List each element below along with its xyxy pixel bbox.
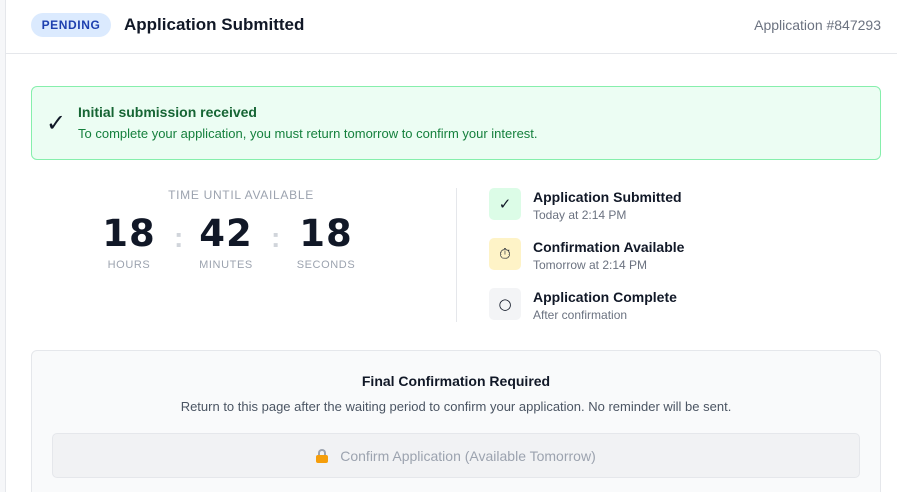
countdown-separator: : (271, 222, 281, 253)
confirm-application-button[interactable]: Confirm Application (Available Tomorrow) (52, 433, 860, 478)
step-title: Confirmation Available (533, 239, 685, 255)
timeline-step-confirmation: ⏱ Confirmation Available Tomorrow at 2:1… (489, 236, 869, 272)
step-subtitle: Today at 2:14 PM (533, 208, 627, 222)
countdown-seconds: 18 SECONDS (281, 212, 371, 271)
timeline-step-submitted: ✓ Application Submitted Today at 2:14 PM (489, 186, 869, 222)
step-subtitle: After confirmation (533, 308, 628, 322)
application-page: PENDING Application Submitted Applicatio… (5, 0, 897, 492)
confirm-button-label: Confirm Application (Available Tomorrow) (340, 447, 596, 464)
page-title: Application Submitted (124, 15, 305, 34)
minutes-value: 42 (199, 212, 253, 255)
confirmation-text: Return to this page after the waiting pe… (180, 399, 732, 414)
confirmation-panel: Final Confirmation Required Return to th… (31, 350, 881, 492)
hours-value: 18 (102, 212, 156, 255)
countdown-minutes: 42 MINUTES (181, 212, 271, 271)
alert-message: To complete your application, you must r… (78, 126, 538, 141)
status-badge: PENDING (31, 13, 111, 37)
step-title: Application Complete (533, 289, 677, 305)
minutes-label: MINUTES (199, 259, 253, 271)
application-number: Application #847293 (754, 17, 881, 33)
check-icon: ✓ (46, 109, 67, 137)
check-icon: ✓ (489, 188, 521, 220)
alert-title: Initial submission received (78, 104, 257, 120)
step-subtitle: Tomorrow at 2:14 PM (533, 258, 648, 272)
lock-icon (316, 448, 329, 463)
stopwatch-icon: ⏱ (489, 238, 521, 270)
confirmation-title: Final Confirmation Required (361, 373, 551, 389)
seconds-label: SECONDS (296, 259, 356, 271)
page-header: PENDING Application Submitted Applicatio… (6, 0, 897, 54)
countdown-timer: TIME UNTIL AVAILABLE 18 HOURS : 42 MINUT… (31, 188, 451, 288)
step-title: Application Submitted (533, 189, 682, 205)
circle-icon: ○ (489, 288, 521, 320)
seconds-value: 18 (299, 212, 353, 255)
hours-label: HOURS (107, 259, 151, 271)
countdown-hours: 18 HOURS (84, 212, 174, 271)
timeline-step-complete: ○ Application Complete After confirmatio… (489, 286, 869, 322)
section-divider (456, 188, 457, 322)
success-alert: ✓ Initial submission received To complet… (31, 86, 881, 160)
countdown-label: TIME UNTIL AVAILABLE (168, 188, 314, 202)
